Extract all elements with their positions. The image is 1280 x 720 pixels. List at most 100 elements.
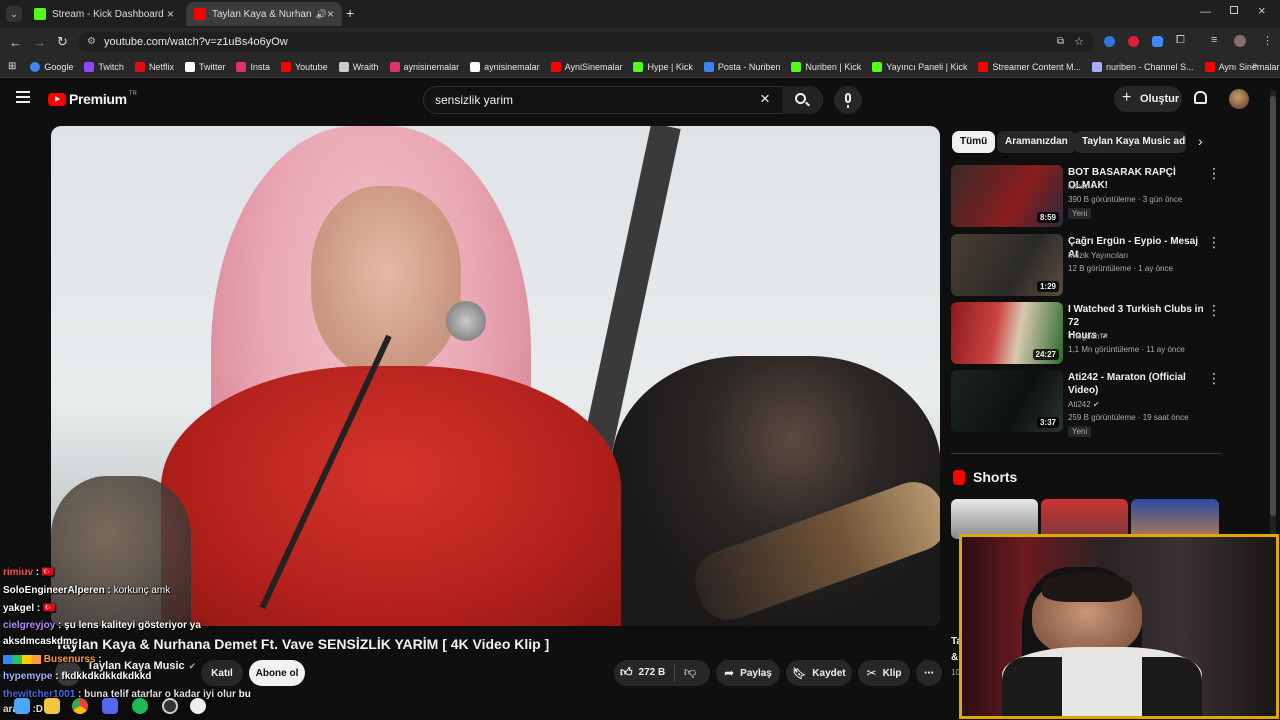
discord-icon[interactable] (102, 698, 118, 714)
apps-icon[interactable]: ⊞ (8, 61, 16, 72)
video-player[interactable] (51, 126, 940, 626)
recommendation-item[interactable]: 8:59 BOT BASARAK RAPÇİ OLMAK! luther ✔ 3… (951, 165, 1221, 227)
more-vertical-icon[interactable]: ⋮ (1207, 302, 1221, 319)
clip-button[interactable]: ✂ Klip (858, 660, 910, 686)
install-app-icon[interactable]: ⧉ (1057, 32, 1064, 52)
save-button[interactable]: 🔖︎ Kaydet (786, 660, 852, 686)
tab-search-button[interactable]: ⌄ (6, 6, 22, 22)
video-thumbnail[interactable]: 8:59 (951, 165, 1063, 227)
chip-channel[interactable]: Taylan Kaya Music adlı y (1074, 131, 1186, 153)
share-button[interactable]: ➦ Paylaş (716, 660, 780, 686)
streamer-jacket (1142, 657, 1202, 716)
recommendation-item[interactable]: 24:27 I Watched 3 Turkish Clubs in 72 Ho… (951, 302, 1221, 364)
forward-icon[interactable]: → (33, 35, 46, 50)
bookmark-item[interactable]: Youtube (280, 61, 328, 72)
recommendation-item[interactable]: 1:29 Çağrı Ergün - Eypio - Mesaj At Müzi… (951, 234, 1221, 296)
more-bookmarks-icon[interactable]: » (1252, 60, 1258, 71)
bookmark-item[interactable]: Wraith (338, 61, 379, 72)
scrollbar-thumb[interactable] (1270, 96, 1276, 516)
more-vertical-icon[interactable]: ⋮ (1207, 370, 1221, 387)
bookmark-item[interactable]: Twitch (84, 61, 124, 72)
address-bar[interactable]: ⚙ youtube.com/watch?v=z1uBs4o6yOw ⧉ ☆ (78, 32, 1094, 52)
clear-search-icon[interactable]: × (760, 86, 770, 112)
more-vertical-icon[interactable]: ⋮ (1207, 165, 1221, 182)
close-tab-icon[interactable]: × (327, 7, 334, 21)
recommendation-channel[interactable]: Thogden ✔ (1068, 330, 1109, 344)
search-button[interactable] (782, 86, 822, 114)
bookmark-item[interactable]: AyniSinemalar (550, 61, 622, 72)
recommendation-channel[interactable]: luther ✔ (1068, 180, 1097, 194)
file-explorer-icon[interactable] (44, 698, 60, 714)
hamburger-menu-icon[interactable] (16, 91, 30, 103)
notifications-bell-icon[interactable] (1194, 91, 1207, 104)
search-input[interactable]: sensizlik yarim × (423, 86, 823, 114)
like-button[interactable]: 👍︎ 272 B (620, 665, 665, 680)
minimize-icon[interactable]: — (1200, 6, 1211, 18)
short-thumbnail[interactable] (1131, 499, 1219, 539)
voice-search-button[interactable] (834, 86, 862, 114)
speaker-icon[interactable]: 🔊 (316, 9, 327, 20)
bookmark-item[interactable]: Aynı Sinemalar - Ça... (1204, 61, 1280, 72)
duration-badge: 24:27 (1032, 349, 1059, 360)
bookmark-star-icon[interactable]: ☆ (1074, 32, 1084, 52)
youtube-logo[interactable]: Premium TR (48, 91, 137, 107)
bookmark-item[interactable]: aynisinemalar (470, 61, 540, 72)
site-info-icon[interactable]: ⚙ (87, 32, 96, 52)
recommendation-channel[interactable]: Müzik Yayıncıları (1068, 249, 1128, 263)
short-thumbnail[interactable] (1041, 499, 1128, 539)
join-button[interactable]: Katıl (201, 660, 243, 686)
bookmark-item[interactable]: Hype | Kick (633, 61, 693, 72)
bookmark-item[interactable]: Netflix (134, 61, 174, 72)
short-thumbnail[interactable] (951, 499, 1038, 539)
close-tab-icon[interactable]: × (167, 7, 174, 21)
dislike-button[interactable]: 👎︎ (684, 665, 696, 680)
recommendation-title[interactable]: Ati242 - Maraton (Official Video) (1068, 371, 1208, 397)
extension-icon[interactable] (1128, 36, 1139, 47)
tab-kick-dashboard[interactable]: Stream - Kick Dashboard × (26, 2, 182, 26)
bookmark-item[interactable]: aynisinemalar (389, 61, 459, 72)
video-thumbnail[interactable]: 24:27 (951, 302, 1063, 364)
media-player-icon[interactable] (190, 698, 206, 714)
chevron-right-icon[interactable]: › (1198, 133, 1203, 149)
tab-youtube-video[interactable]: Taylan Kaya & Nurhana Dem 🔊 × (186, 2, 342, 26)
extensions-puzzle-icon[interactable]: ⧠ (1176, 34, 1185, 47)
bookmark-item[interactable]: Twitter (184, 61, 225, 72)
more-actions-button[interactable]: ⋯ (916, 660, 942, 686)
menu-icon[interactable]: ⋮ (1262, 34, 1273, 47)
youtube-icon (194, 8, 206, 20)
reload-icon[interactable]: ↻ (57, 34, 68, 50)
close-window-icon[interactable]: × (1258, 3, 1266, 18)
restore-icon[interactable] (1230, 6, 1238, 14)
recommendation-meta: 1,1 Mn görüntüleme · 11 ay önce (1068, 345, 1185, 354)
bookmark-item[interactable]: Yayıncı Paneli | Kick (872, 61, 967, 72)
video-thumbnail[interactable]: 1:29 (951, 234, 1063, 296)
obs-icon[interactable] (162, 698, 178, 714)
subscribe-button[interactable]: Abone ol (249, 660, 305, 686)
profile-icon[interactable] (1234, 35, 1246, 47)
create-button[interactable]: + Oluştur (1114, 86, 1182, 112)
bookmark-item[interactable]: Posta - Nuriben (703, 61, 780, 72)
recommendation-channel[interactable]: Ati242 ✔ (1068, 398, 1100, 412)
spotify-icon[interactable] (132, 698, 148, 714)
chip-from-search[interactable]: Aramanızdan (997, 131, 1076, 153)
new-tab-button[interactable]: + (346, 5, 354, 21)
extension-icon[interactable] (1104, 36, 1115, 47)
bookmark-item[interactable]: Streamer Content M... (978, 61, 1081, 72)
bookmark-item[interactable]: Insta (236, 61, 270, 72)
more-vertical-icon[interactable]: ⋮ (1207, 234, 1221, 251)
recommendation-meta: 12 B görüntüleme · 1 ay önce (1068, 264, 1173, 273)
extension-icon[interactable] (1152, 36, 1163, 47)
bookmark-item[interactable]: Nuriben | Kick (791, 61, 861, 72)
video-thumbnail[interactable]: 3:37 (951, 370, 1063, 432)
bookmark-item[interactable]: nuriben - Channel S... (1092, 61, 1194, 72)
chat-message: SoloEngineerAlperen : korkunç amk (3, 585, 171, 596)
recommendation-item[interactable]: 3:37 Ati242 - Maraton (Official Video) A… (951, 370, 1221, 437)
windows-start-icon[interactable] (14, 698, 30, 714)
chrome-icon[interactable] (72, 698, 88, 714)
avatar[interactable] (1229, 89, 1249, 109)
chip-all[interactable]: Tümü (952, 131, 996, 153)
media-controls-icon[interactable]: ≡ (1211, 34, 1217, 46)
partial-text: & (951, 652, 959, 663)
bookmark-item[interactable]: Google (30, 61, 73, 72)
back-icon[interactable]: ← (9, 35, 22, 50)
